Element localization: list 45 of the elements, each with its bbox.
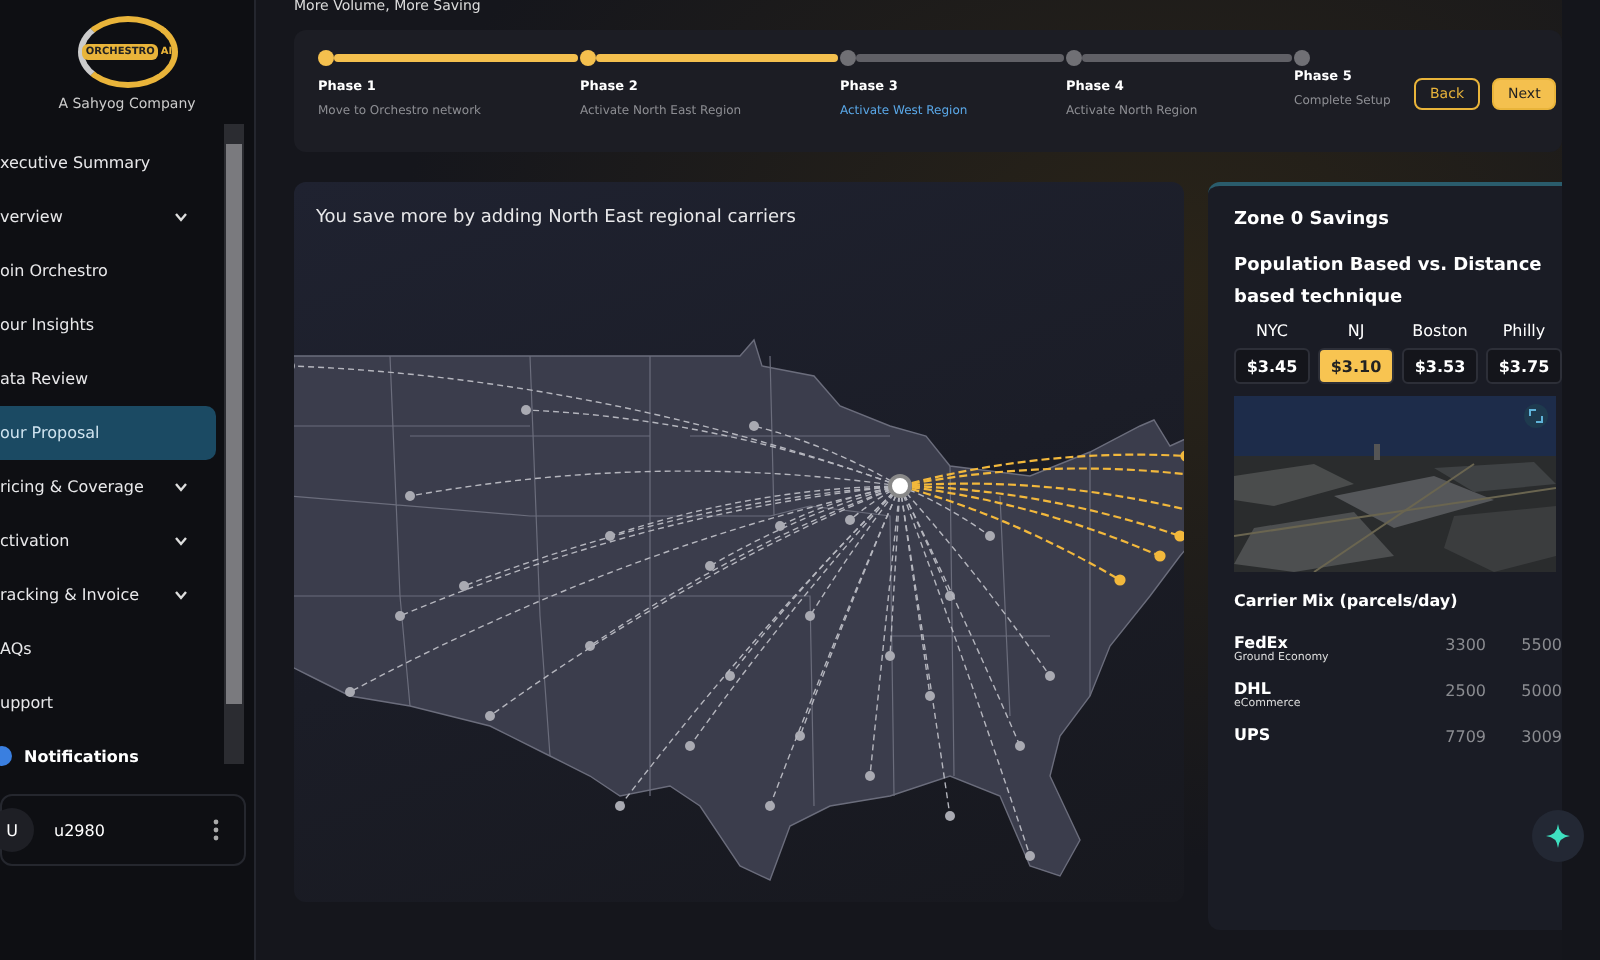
carrier-mix-title: Carrier Mix (parcels/day): [1234, 592, 1460, 610]
notifications-link[interactable]: Notifications: [24, 747, 139, 765]
nav-item[interactable]: ctivation: [0, 514, 216, 568]
parcel-count: 5500: [1519, 634, 1562, 654]
nav-item[interactable]: ricing & Coverage: [0, 460, 216, 514]
price-option[interactable]: $3.10: [1318, 348, 1394, 384]
sparkle-icon: [1546, 824, 1570, 848]
city-label: NJ: [1347, 322, 1365, 340]
city-label: Boston: [1412, 322, 1468, 340]
chevron-down-icon: [174, 536, 188, 546]
parcel-count: 3009: [1519, 726, 1562, 746]
nav-item[interactable]: xecutive Summary: [0, 136, 216, 190]
chevron-down-icon: [174, 482, 188, 492]
nav-item[interactable]: our Proposal: [0, 406, 216, 460]
map-title: You save more by adding North East regional carriers: [316, 208, 798, 228]
carrier-name: UPS: [1234, 726, 1273, 744]
expand-icon[interactable]: [1524, 404, 1548, 428]
user-avatar: U: [0, 808, 34, 852]
parcel-count: 7709: [1443, 726, 1486, 746]
city-label: Philly: [1502, 322, 1546, 340]
nav-item[interactable]: AQs: [0, 622, 216, 676]
parcel-count: 2500: [1443, 680, 1486, 700]
price-option[interactable]: $3.45: [1234, 348, 1310, 384]
chevron-down-icon: [174, 590, 188, 600]
chevron-down-icon: [174, 212, 188, 222]
parcel-count: 5000: [1519, 680, 1562, 700]
user-name: u2980: [54, 821, 107, 839]
user-card[interactable]: U u2980: [0, 794, 246, 866]
technique-title: Population Based vs. Distance based technique: [1234, 254, 1544, 312]
more-icon[interactable]: [212, 818, 220, 842]
nav-item[interactable]: oin Orchestro: [0, 244, 216, 298]
scrollbar[interactable]: [224, 124, 244, 764]
carrier-name: FedEx: [1234, 634, 1290, 652]
price-option[interactable]: $3.75: [1486, 348, 1562, 384]
nav-item[interactable]: upport: [0, 676, 216, 730]
nav-item[interactable]: racking & Invoice: [0, 568, 216, 622]
nav-item[interactable]: verview: [0, 190, 216, 244]
assistant-button[interactable]: [1532, 810, 1584, 862]
parcel-count: 3300: [1443, 634, 1486, 654]
city-label: NYC: [1255, 322, 1289, 340]
savings-title: Zone 0 Savings: [1234, 210, 1391, 230]
nav-item[interactable]: our Insights: [0, 298, 216, 352]
price-option[interactable]: $3.53: [1402, 348, 1478, 384]
carrier-name: DHL: [1234, 680, 1271, 698]
nav-item[interactable]: ata Review: [0, 352, 216, 406]
